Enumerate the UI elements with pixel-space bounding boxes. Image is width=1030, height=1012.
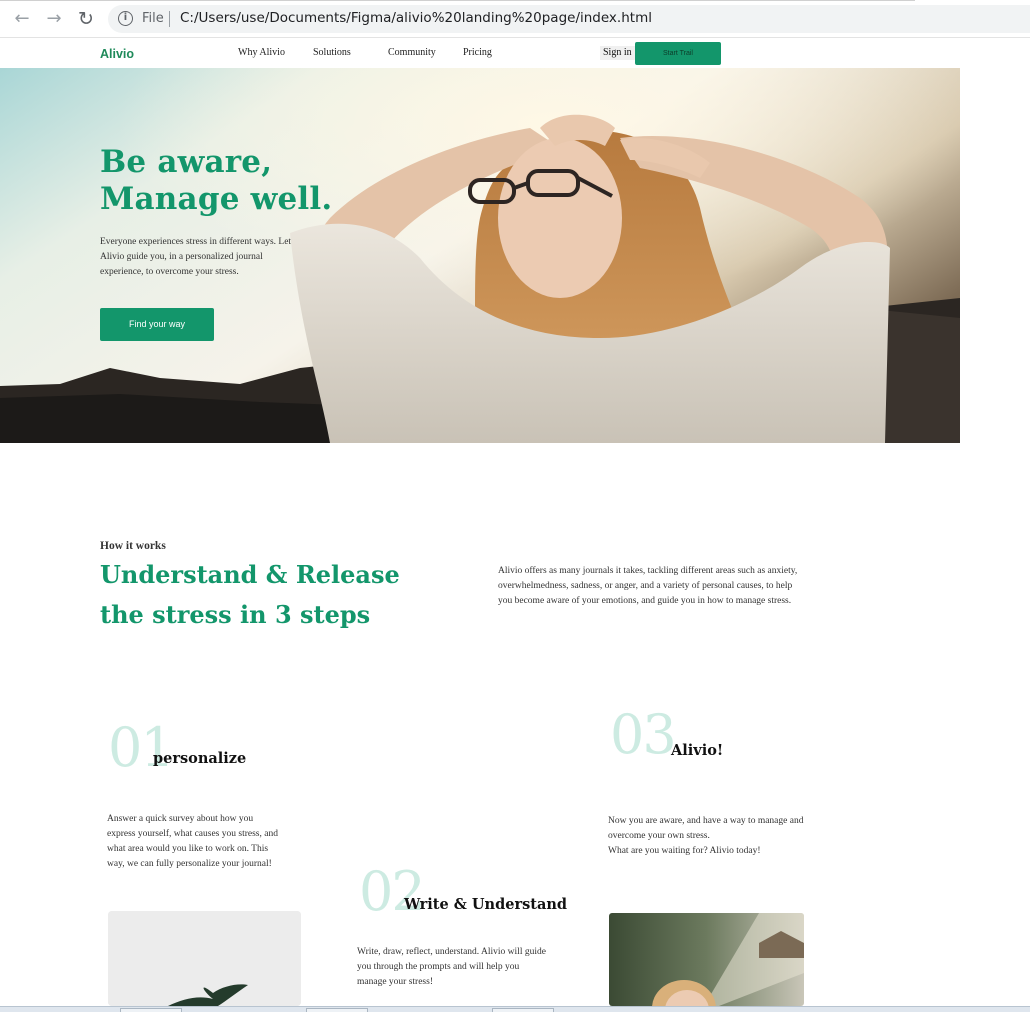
step-2-title: Write & Understand <box>404 896 568 913</box>
address-bar[interactable]: i File C:/Users/use/Documents/Figma/aliv… <box>108 5 1030 33</box>
step-1-image <box>108 911 301 1006</box>
back-arrow-icon[interactable]: ← <box>10 8 34 30</box>
step-3-image <box>609 913 804 1006</box>
plant-leaf-icon <box>108 911 301 1006</box>
hero-title: Be aware, Manage well. <box>100 144 332 218</box>
nav-link-community[interactable]: Community <box>388 47 436 58</box>
step-2-description: Write, draw, reflect, understand. Alivio… <box>357 947 546 987</box>
url-scheme: File <box>142 11 164 26</box>
nav-link-pricing[interactable]: Pricing <box>463 47 492 58</box>
browser-toolbar: ← → ↻ i File C:/Users/use/Documents/Figm… <box>0 0 1030 38</box>
nav-link-why-alivio[interactable]: Why Alivio <box>238 47 285 58</box>
site-navbar: Alivio Why Alivio Solutions Community Pr… <box>0 38 1030 68</box>
how-it-works-description: Alivio offers as many journals it takes,… <box>498 566 798 606</box>
step-3-description-line-1: Now you are aware, and have a way to man… <box>608 816 804 841</box>
find-your-way-button[interactable]: Find your way <box>100 308 214 341</box>
how-it-works-title-line-1: Understand & Release <box>100 560 400 589</box>
os-taskbar <box>0 1006 1030 1012</box>
hero-description: Everyone experiences stress in different… <box>100 237 292 277</box>
step-3-title: Alivio! <box>671 742 724 759</box>
step-2-number: 02 <box>359 860 426 923</box>
taskbar-item[interactable] <box>492 1008 554 1012</box>
step-1-number: 01 <box>108 716 175 779</box>
step-3-number: 03 <box>610 703 677 766</box>
url-text[interactable]: C:/Users/use/Documents/Figma/alivio%20la… <box>180 10 652 26</box>
tab-strip-edge <box>0 0 915 1</box>
start-trial-button[interactable]: Start Trail <box>635 42 721 65</box>
hero-section: Be aware, Manage well. Everyone experien… <box>0 68 960 443</box>
how-it-works-label: How it works <box>100 540 166 552</box>
taskbar-item[interactable] <box>306 1008 368 1012</box>
hero-title-line-2: Manage well. <box>100 181 333 217</box>
taskbar-item[interactable] <box>120 1008 182 1012</box>
info-icon[interactable]: i <box>118 11 133 26</box>
logo[interactable]: Alivio <box>100 47 134 61</box>
nav-link-solutions[interactable]: Solutions <box>313 47 351 58</box>
woman-in-sunlight-photo <box>609 913 804 1006</box>
forward-arrow-icon[interactable]: → <box>42 8 66 30</box>
how-it-works-title-line-2: the stress in 3 steps <box>100 600 371 629</box>
how-it-works-title: Understand & Release the stress in 3 ste… <box>100 555 400 635</box>
step-1-title: personalize <box>153 750 247 767</box>
hero-title-line-1: Be aware, <box>100 144 273 180</box>
step-1-description: Answer a quick survey about how you expr… <box>107 814 278 869</box>
step-3-description-line-2: What are you waiting for? Alivio today! <box>608 846 761 856</box>
reload-icon[interactable]: ↻ <box>74 8 98 30</box>
address-divider <box>169 11 170 27</box>
sign-in-link[interactable]: Sign in <box>600 46 635 60</box>
